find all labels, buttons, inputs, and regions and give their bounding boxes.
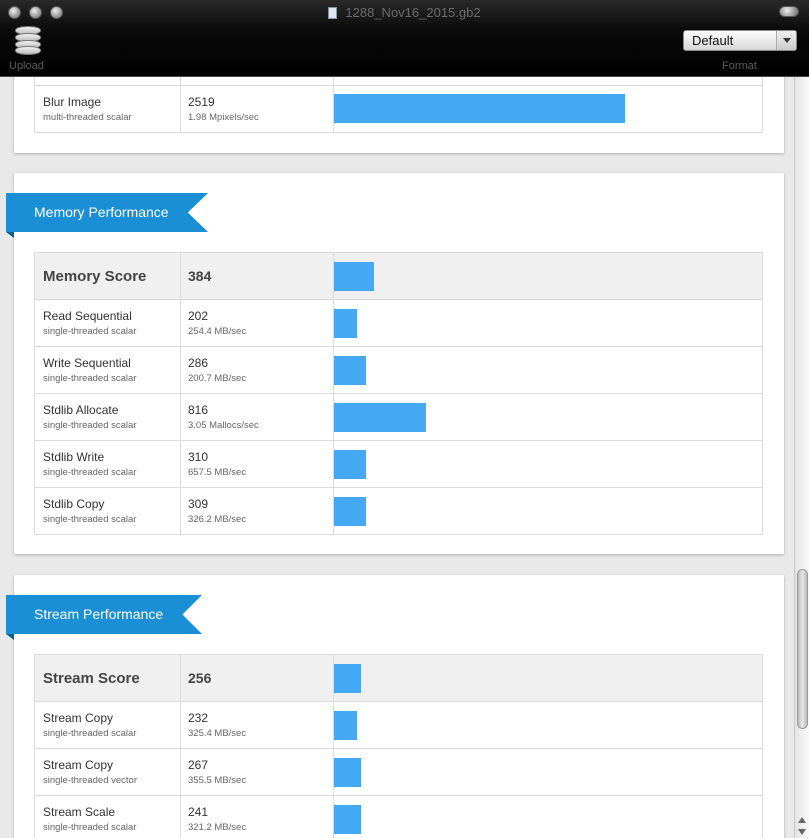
score-bar: [334, 94, 626, 123]
bench-name: Stream Scale: [43, 805, 116, 819]
bench-name: Stdlib Copy: [43, 497, 105, 511]
bench-score: 309: [188, 497, 209, 511]
memory-score-label: Memory Score: [43, 267, 147, 285]
score-bar: [334, 449, 366, 479]
results-content: Blur Image multi-threaded scalar 2519 1.98…: [0, 77, 794, 838]
table-row: Stdlib Copy single-threaded scalar 309 326.…: [34, 487, 763, 535]
scroll-down-arrow-icon[interactable]: [798, 829, 806, 835]
score-bar: [334, 496, 366, 526]
scroll-up-arrow-icon[interactable]: [798, 817, 806, 823]
bench-rate: 3.05 Mallocs/sec: [188, 420, 259, 431]
score-bar: [334, 804, 362, 834]
scrollbar-thumb[interactable]: [797, 569, 808, 729]
bench-score: 286: [188, 356, 209, 370]
bench-name: Blur Image: [43, 94, 102, 109]
format-select-value: Default: [692, 33, 734, 48]
top-section-card: Blur Image multi-threaded scalar 2519 1.98…: [14, 77, 784, 153]
stream-score-label: Stream Score: [43, 669, 140, 687]
table-row: [34, 77, 763, 86]
table-row: Stream Scale single-threaded scalar 241 321…: [34, 795, 763, 838]
bench-rate: 657.5 MB/sec: [188, 467, 247, 478]
score-bar: [334, 308, 358, 338]
bench-detail: single-threaded scalar: [43, 373, 137, 384]
bench-name: Write Sequential: [43, 356, 131, 370]
bench-rate: 326.2 MB/sec: [188, 514, 247, 525]
bench-score: 816: [188, 403, 209, 417]
stream-section-card: Stream Performance Stream Score 256 Stre…: [6, 575, 784, 838]
bench-rate: 355.5 MB/sec: [188, 775, 247, 786]
window-title: 1288_Nov16_2015.gb2: [0, 5, 809, 20]
bench-score: 241: [188, 805, 209, 819]
memory-section-title: Memory Performance: [6, 193, 208, 232]
vertical-scrollbar[interactable]: [794, 77, 809, 838]
stream-section-title: Stream Performance: [6, 595, 202, 634]
upload-button[interactable]: [10, 26, 46, 56]
bench-detail: single-threaded scalar: [43, 822, 137, 833]
bench-score: 202: [188, 309, 209, 323]
ribbon-fold: [6, 634, 14, 640]
bench-detail: multi-threaded scalar: [43, 111, 132, 123]
format-label: Format: [722, 60, 757, 72]
score-bar: [334, 355, 366, 385]
window-title-text: 1288_Nov16_2015.gb2: [345, 5, 481, 20]
bench-name: Stream Copy: [43, 711, 114, 725]
bench-rate: 325.4 MB/sec: [188, 728, 247, 739]
table-row: Stream Score 256: [34, 654, 763, 702]
score-bar: [334, 710, 358, 740]
bench-name: Read Sequential: [43, 309, 132, 323]
score-bar: [334, 663, 362, 693]
ribbon-fold: [6, 232, 14, 238]
bench-score: 310: [188, 450, 209, 464]
table-row: Stream Copy single-threaded vector 267 355.…: [34, 748, 763, 796]
bench-name: Stdlib Allocate: [43, 403, 119, 417]
top-section-table: Blur Image multi-threaded scalar 2519 1.98…: [34, 77, 763, 133]
bench-detail: single-threaded scalar: [43, 420, 137, 431]
bench-score: 232: [188, 711, 209, 725]
bench-score: 267: [188, 758, 209, 772]
bench-name: Stdlib Write: [43, 450, 105, 464]
score-bar: [334, 261, 375, 291]
table-row: Write Sequential single-threaded scalar 28…: [34, 346, 763, 394]
bench-detail: single-threaded scalar: [43, 326, 137, 337]
score-bar: [334, 757, 362, 787]
memory-table: Memory Score 384 Read Sequential single-t…: [34, 252, 763, 535]
bench-name: Stream Copy: [43, 758, 114, 772]
table-row: Blur Image multi-threaded scalar 2519 1.98…: [34, 84, 763, 133]
table-row: Memory Score 384: [34, 252, 763, 300]
table-row: Stream Copy single-threaded scalar 232 325.…: [34, 701, 763, 749]
table-row: Stdlib Allocate single-threaded scalar 816…: [34, 393, 763, 441]
bench-detail: single-threaded scalar: [43, 467, 137, 478]
bench-rate: 254.4 MB/sec: [188, 326, 247, 337]
bench-rate: 321.2 MB/sec: [188, 822, 247, 833]
document-icon: [328, 7, 338, 19]
memory-score-value: 384: [188, 268, 212, 284]
score-bar: [334, 402, 426, 432]
bench-rate: 1.98 Mpixels/sec: [188, 111, 259, 123]
memory-section-card: Memory Performance Memory Score 384 Read…: [6, 173, 784, 554]
bench-detail: single-threaded scalar: [43, 728, 137, 739]
bench-detail: single-threaded scalar: [43, 514, 137, 525]
bench-rate: 200.7 MB/sec: [188, 373, 247, 384]
stream-score-value: 256: [188, 670, 212, 686]
window-titlebar: 1288_Nov16_2015.gb2 Upload Default Forma…: [0, 0, 809, 77]
bench-detail: single-threaded vector: [43, 775, 137, 786]
upload-label[interactable]: Upload: [9, 60, 44, 72]
format-select[interactable]: Default: [683, 30, 797, 51]
table-row: Stdlib Write single-threaded scalar 310 657…: [34, 440, 763, 488]
stream-table: Stream Score 256 Stream Copy single-threa…: [34, 654, 763, 838]
chevron-down-icon: [776, 31, 796, 50]
database-icon: [15, 26, 41, 56]
bench-score: 2519: [188, 94, 215, 109]
table-row: Read Sequential single-threaded scalar 202…: [34, 299, 763, 347]
